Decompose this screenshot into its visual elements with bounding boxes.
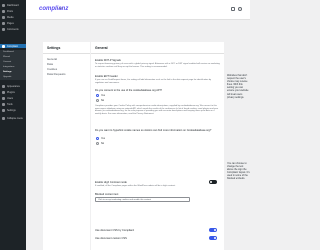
nav-item-cookies[interactable]: Cookies [47, 67, 57, 71]
menu-item-comments[interactable]: Comments [2, 27, 24, 31]
radio-selected[interactable] [96, 94, 99, 97]
high-contrast-label: Enable High Contrast mode [95, 181, 127, 184]
high-contrast-description: If enabled, all the Complianz pages with… [95, 185, 176, 187]
menu-item-tools[interactable]: Tools [2, 102, 24, 106]
menu-collapse[interactable]: Collapse menu [2, 116, 24, 120]
submenu-item-integrations[interactable]: Integrations [3, 66, 14, 69]
custom-css-toggle[interactable] [209, 236, 217, 240]
radio-selected[interactable] [96, 137, 99, 140]
nav-item-data-requests[interactable]: Data Requests [47, 72, 66, 76]
dashboard-icon [2, 3, 5, 7]
radio[interactable] [96, 99, 99, 102]
appearance-icon [2, 84, 5, 88]
panel-title: General [95, 46, 108, 50]
divider [91, 53, 224, 54]
submenu-item-wizard[interactable]: Wizard [3, 56, 10, 59]
dnt-label: Enable DNT-P Signals [95, 59, 121, 62]
blocked-content-label: Blocked content text [95, 193, 119, 196]
menu-item-users[interactable]: Users [2, 96, 24, 100]
settings-nav-title: Settings [47, 46, 61, 50]
api-consent-label: Do you consent to the use of the cookied… [95, 89, 162, 92]
api-consent-description: Complianz provides your Cookie Policy wi… [95, 105, 219, 116]
settings-panel: General Enable DNT-P Signals To respect … [91, 42, 224, 250]
submenu-item-dashboard[interactable]: Dashboard [3, 51, 14, 54]
help-icon[interactable] [238, 7, 242, 11]
hyperlink-no[interactable]: No [96, 142, 104, 145]
comments-icon [2, 27, 5, 31]
divider [43, 53, 90, 54]
menu-item-settings[interactable]: Settings [2, 108, 24, 112]
menu-item-complianz[interactable]: Complianz [0, 44, 26, 48]
dnt-description: To respect browsing privacy of users wit… [95, 63, 220, 68]
api-consent-no[interactable]: No [96, 99, 104, 102]
admin-menu: Dashboard Posts Media Pages Comments Com… [0, 0, 26, 250]
nav-item-data[interactable]: Data [47, 62, 53, 66]
help-notice: Websites that don't respect the user's c… [227, 74, 250, 224]
menu-item-posts[interactable]: Posts [2, 9, 24, 13]
tools-icon [2, 102, 5, 106]
version-label: 6.x [59, 7, 63, 10]
hyperlink-yes[interactable]: Yes [96, 137, 105, 140]
menu-item-media[interactable]: Media [2, 15, 24, 19]
media-icon [2, 15, 5, 19]
users-icon [2, 96, 5, 100]
plugin-header: complianz 6.x [26, 0, 250, 20]
pages-icon [2, 21, 5, 25]
help-text-top: Websites that don't respect the user's c… [227, 74, 249, 99]
settings-icon [2, 108, 5, 112]
complianz-icon [2, 44, 5, 48]
high-contrast-toggle[interactable] [209, 180, 217, 184]
support-icon[interactable] [231, 7, 235, 11]
submenu-item-settings[interactable]: Settings [3, 71, 12, 74]
settings-nav: Settings General Data Cookies Data Reque… [43, 42, 90, 250]
plugins-icon [2, 90, 5, 94]
menu-item-pages[interactable]: Pages [2, 21, 24, 25]
menu-item-appearance[interactable]: Appearance [2, 84, 24, 88]
menu-item-plugins[interactable]: Plugins [2, 90, 24, 94]
menu-item-dashboard[interactable]: Dashboard [2, 3, 24, 7]
blocked-content-input[interactable]: Click to accept marketing cookies and en… [95, 197, 190, 202]
pin-icon [2, 9, 5, 13]
nav-item-general[interactable]: General [47, 57, 57, 61]
submenu-item-upgrade[interactable]: Upgrade [3, 76, 11, 79]
document-css-label: Use document CSS by Complianz [95, 229, 135, 232]
radio[interactable] [96, 142, 99, 145]
submenu-item-consent[interactable]: Consent [3, 61, 11, 64]
collapse-icon [2, 116, 5, 120]
hyperlink-label: Do you want to hyperlink cookie names so… [95, 129, 212, 132]
api-consent-yes[interactable]: Yes [96, 94, 105, 97]
help-text-bottom: You can choose to change the text above … [227, 162, 250, 181]
complianz-logo[interactable]: complianz [39, 6, 68, 12]
document-css-toggle[interactable] [209, 228, 217, 232]
edt-label: Enable EDT header [95, 75, 118, 78]
edt-description: If you use our DataRequest forms, the se… [95, 79, 212, 84]
custom-css-label: Use document custom CSS [95, 237, 127, 240]
